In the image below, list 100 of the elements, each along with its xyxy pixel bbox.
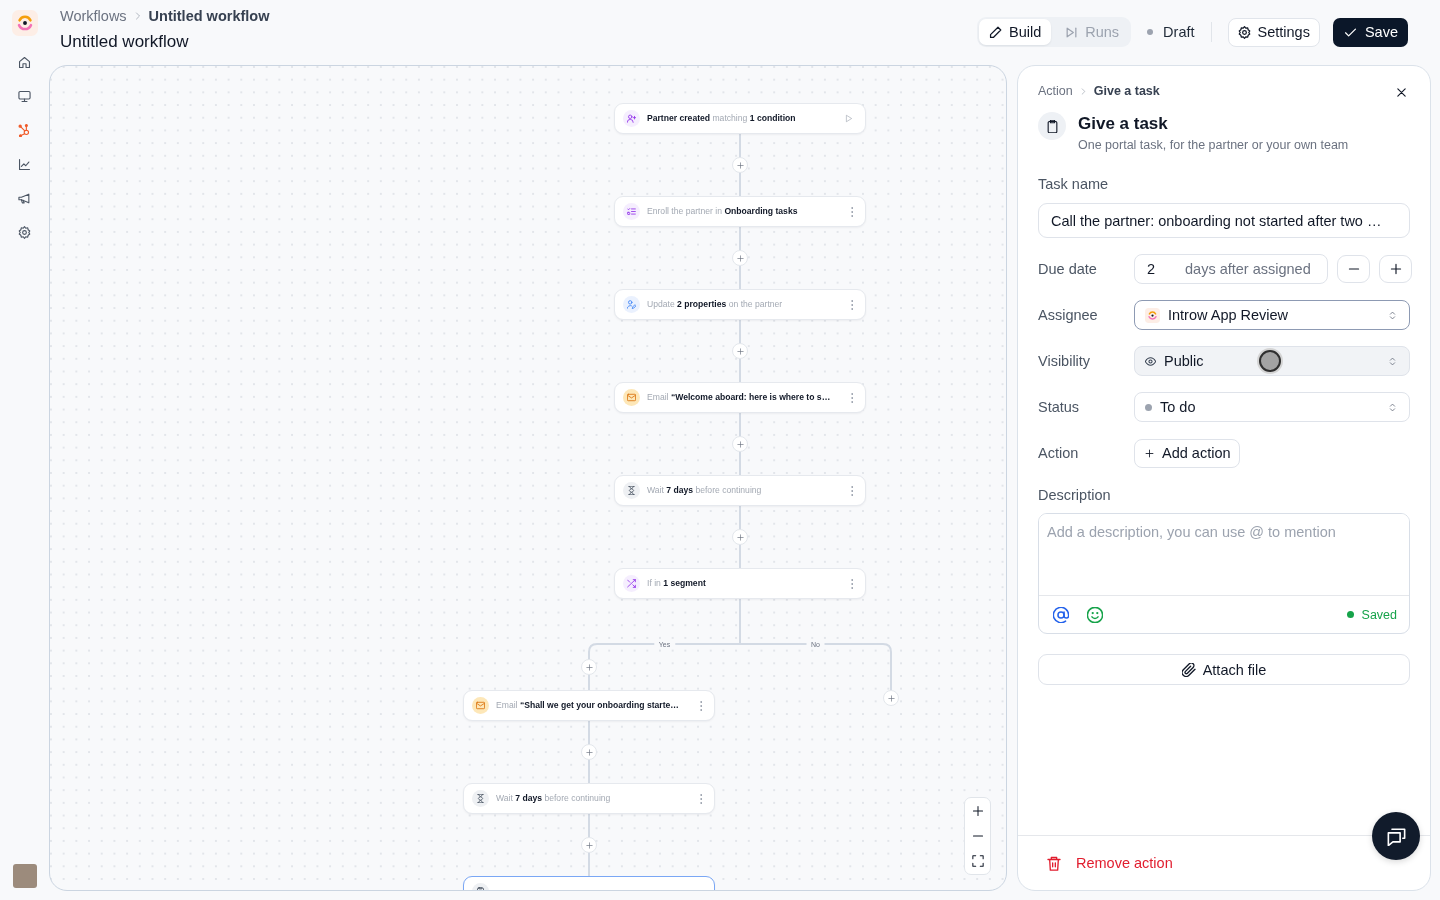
envelope-icon	[472, 697, 489, 714]
shuffle-icon	[623, 575, 640, 592]
step-card[interactable]: Partner created matching 1 condition	[614, 103, 866, 134]
field-label: Status	[1038, 398, 1081, 416]
logo-icon[interactable]	[11, 10, 38, 36]
step-label: Email “Welcome aboard: here is where to s…	[647, 391, 832, 404]
connector-line	[739, 412, 741, 476]
step-card[interactable]: Email “Welcome aboard: here is where to s…	[614, 382, 866, 413]
step-label: Partner created matching 1 condition	[647, 112, 797, 125]
hourglass-icon	[623, 482, 640, 499]
vertical-dots-icon[interactable]	[850, 299, 853, 310]
hub-network-icon[interactable]	[18, 124, 31, 137]
connector-line	[588, 720, 590, 784]
add-step-button[interactable]	[732, 529, 748, 545]
home-icon[interactable]	[18, 56, 31, 69]
add-step-button[interactable]	[732, 250, 748, 266]
settings-button[interactable]: Settings	[1227, 17, 1320, 47]
step-card[interactable]: If in 1 segment	[614, 568, 866, 599]
step-label: Wait 7 days before continuing	[647, 484, 763, 497]
chevron-updown-icon	[1388, 355, 1397, 367]
plus-icon	[736, 440, 744, 448]
connector-line	[588, 813, 590, 877]
status-dot-icon	[1346, 611, 1354, 618]
chevron-right-icon	[133, 12, 142, 20]
workflow-status: Draft	[1163, 24, 1195, 40]
page-title: Untitled workflow	[60, 32, 190, 52]
add-step-button[interactable]	[581, 744, 597, 760]
eye-icon	[1145, 355, 1156, 367]
attach-file-button[interactable]: Attach file	[1038, 654, 1410, 685]
assignee-select[interactable]: Introw App Review	[1134, 300, 1410, 330]
plus-icon[interactable]	[971, 804, 984, 817]
visibility-select[interactable]: Public	[1134, 346, 1410, 376]
monitor-icon[interactable]	[18, 90, 31, 103]
expand-corners-icon[interactable]	[971, 855, 984, 868]
add-step-button[interactable]	[732, 436, 748, 452]
field-label: Action	[1038, 444, 1080, 462]
step-card[interactable]: Enroll the partner in Onboarding tasks	[614, 196, 866, 227]
add-step-button[interactable]	[732, 157, 748, 173]
chevron-updown-icon	[1388, 401, 1397, 413]
due-date-field[interactable]: 2 days after assigned	[1134, 254, 1328, 284]
clipboard-icon	[1038, 112, 1066, 140]
add-step-button[interactable]	[732, 343, 748, 359]
plus-icon	[736, 254, 744, 262]
plus-icon	[585, 748, 593, 756]
plus-icon	[1389, 263, 1402, 275]
vertical-dots-icon[interactable]	[850, 485, 853, 496]
decrement-button[interactable]	[1337, 255, 1370, 283]
avatar-placeholder[interactable]	[12, 864, 37, 888]
save-button[interactable]: Save	[1332, 17, 1408, 47]
vertical-dots-icon[interactable]	[850, 206, 853, 217]
step-label: Update 2 properties on the partner	[647, 298, 784, 311]
vertical-dots-icon[interactable]	[850, 392, 853, 403]
field-label: Assignee	[1038, 306, 1099, 324]
cursor-circle-icon	[1259, 350, 1281, 372]
breadcrumb-link[interactable]: Action	[1038, 84, 1073, 98]
megaphone-icon[interactable]	[18, 192, 31, 205]
user-pen-icon	[623, 296, 640, 313]
hourglass-icon	[472, 790, 489, 807]
close-icon[interactable]	[1396, 87, 1407, 98]
step-card[interactable]: Wait 7 days before continuing	[463, 783, 715, 814]
vertical-dots-icon[interactable]	[699, 700, 702, 711]
plus-icon	[736, 161, 744, 169]
status-select[interactable]: To do	[1134, 392, 1410, 422]
add-step-button[interactable]	[581, 659, 597, 675]
settings-icon	[1237, 25, 1251, 39]
at-sign-icon[interactable]	[1053, 606, 1069, 623]
logo-icon	[1145, 307, 1160, 323]
step-label: Email “Shall we get your onboarding starte…	[496, 699, 680, 712]
chat-bubbles-icon	[1386, 826, 1406, 846]
step-card[interactable]: Wait 7 days before continuing	[614, 475, 866, 506]
panel-subtitle: One portal task, for the partner or your own team	[1078, 137, 1349, 153]
plus-icon	[1145, 448, 1154, 458]
field-label: Description	[1038, 486, 1112, 504]
plus-icon	[887, 694, 895, 702]
field-label: Due date	[1038, 260, 1098, 278]
step-card[interactable]: Email “Shall we get your onboarding starte…	[463, 690, 715, 721]
play-icon[interactable]	[845, 114, 853, 123]
view-tab[interactable]: Build	[979, 19, 1052, 45]
task-name-input[interactable]: Call the partner: onboarding not started after two …	[1038, 203, 1410, 238]
smiley-icon[interactable]	[1087, 606, 1103, 623]
add-action-button[interactable]: Add action	[1134, 438, 1240, 468]
vertical-dots-icon[interactable]	[850, 578, 853, 589]
step-label: Wait 7 days before continuing	[496, 792, 612, 805]
connector-line	[739, 319, 741, 383]
plus-icon	[585, 663, 593, 671]
settings-icon[interactable]	[18, 226, 31, 239]
trash-icon	[1047, 855, 1061, 871]
play-bar-icon	[1065, 25, 1079, 39]
line-chart-icon[interactable]	[18, 158, 31, 171]
checklist-icon	[623, 203, 640, 220]
breadcrumb-link[interactable]: Workflows	[60, 8, 127, 24]
add-step-button[interactable]	[581, 837, 597, 853]
pencil-icon	[989, 25, 1002, 39]
number-input[interactable]: 2	[1147, 261, 1185, 277]
add-step-button[interactable]	[883, 690, 899, 706]
user-plus-icon	[623, 110, 640, 127]
increment-button[interactable]	[1379, 255, 1412, 283]
remove-action-button[interactable]: Remove action	[1047, 855, 1173, 871]
vertical-dots-icon[interactable]	[699, 793, 702, 804]
step-card[interactable]: Update 2 properties on the partner	[614, 289, 866, 320]
